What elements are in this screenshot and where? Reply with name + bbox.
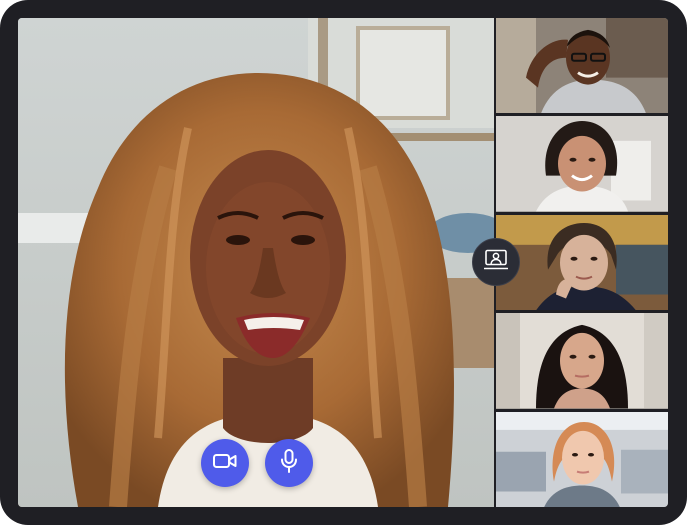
participant-video [496,411,668,508]
participant-video [496,214,668,311]
participant-thumbnails [496,18,668,508]
participant-tile[interactable] [496,214,668,311]
participant-video [496,313,668,409]
participant-tile[interactable] [496,313,668,409]
participant-video [496,116,668,212]
participant-tile[interactable] [496,116,668,212]
microphone-icon [280,448,298,478]
participant-video [496,18,668,114]
screen-share-button[interactable] [472,238,520,286]
main-video-feed[interactable] [18,18,494,507]
screen-share-icon [483,249,509,276]
microphone-toggle-button[interactable] [265,439,313,487]
video-camera-icon [213,453,237,474]
camera-toggle-button[interactable] [201,439,249,487]
participant-tile[interactable] [496,18,668,114]
main-participant-video [18,18,494,507]
video-call-frame [0,0,687,525]
participant-tile[interactable] [496,411,668,508]
